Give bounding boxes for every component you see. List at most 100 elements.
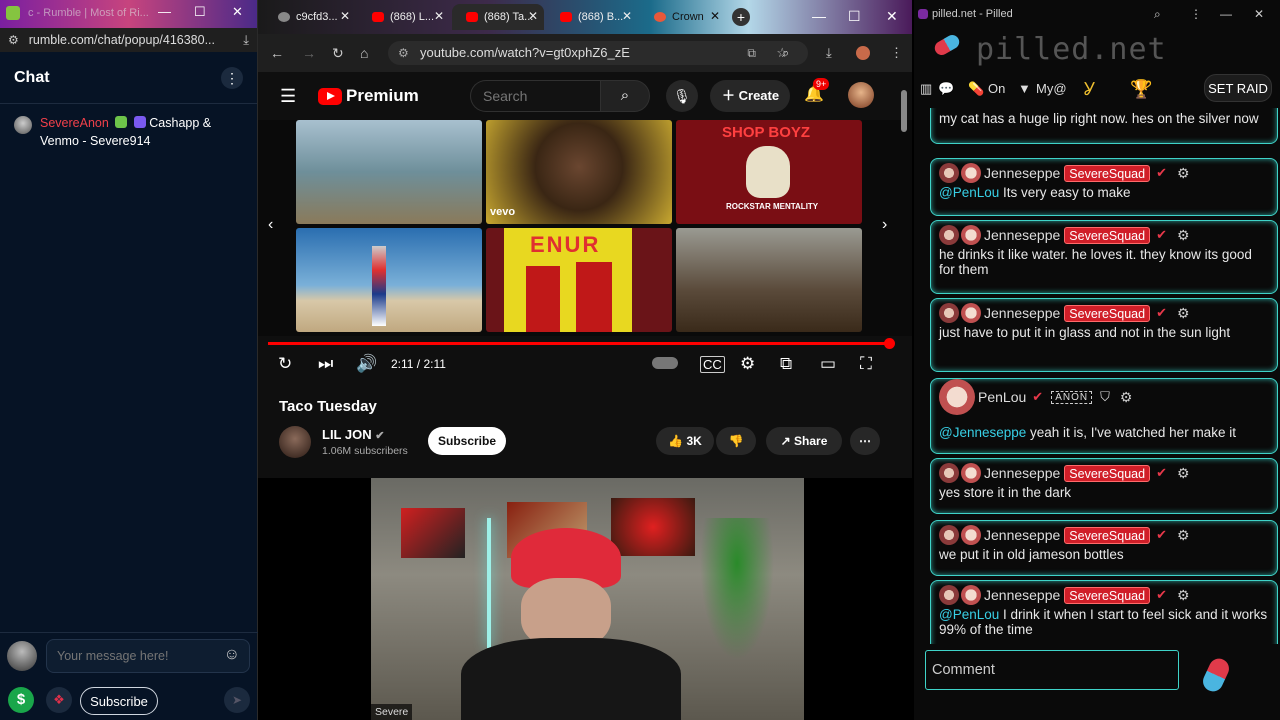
- tab-5[interactable]: Crown ✕: [640, 4, 726, 30]
- trophy-icon[interactable]: 🏆: [1130, 78, 1152, 100]
- create-button[interactable]: ＋ Create: [710, 80, 790, 112]
- message-username[interactable]: Jenneseppe: [984, 305, 1060, 321]
- pill-send-icon[interactable]: [1199, 655, 1233, 695]
- message-settings-gear-icon[interactable]: ⚙: [1177, 587, 1190, 604]
- like-button[interactable]: 👍 3K: [656, 427, 714, 455]
- channel-name[interactable]: LIL JON ✔: [322, 427, 384, 442]
- more-actions-icon[interactable]: ⋯: [850, 427, 880, 455]
- site-settings-icon[interactable]: ⚙: [398, 41, 409, 65]
- endscreen-video-4[interactable]: [296, 228, 482, 332]
- notifications-bell-icon[interactable]: 🔔 9+: [804, 78, 830, 104]
- download-icon[interactable]: ⤓: [243, 32, 249, 48]
- cocktail-pencil-icon[interactable]: Ỿ: [1084, 78, 1095, 100]
- next-icon[interactable]: ⏭: [318, 354, 333, 374]
- endscreen-video-1[interactable]: [296, 120, 482, 224]
- message-username[interactable]: PenLou: [978, 389, 1026, 405]
- avatar[interactable]: [939, 585, 959, 605]
- message-settings-gear-icon[interactable]: ⚙: [1177, 227, 1190, 244]
- message-username[interactable]: Jenneseppe: [984, 227, 1060, 243]
- filter-icon[interactable]: ▼: [1018, 78, 1031, 100]
- message-username[interactable]: Jenneseppe: [984, 465, 1060, 481]
- send-icon[interactable]: ➤: [224, 687, 250, 713]
- dislike-button[interactable]: 👎: [716, 427, 756, 455]
- maximize-icon[interactable]: ☐: [194, 4, 206, 20]
- endscreen-prev-icon[interactable]: ‹: [268, 216, 273, 234]
- account-avatar[interactable]: [848, 82, 874, 108]
- message-username[interactable]: Jenneseppe: [984, 527, 1060, 543]
- captions-icon[interactable]: CC: [700, 356, 725, 373]
- fullscreen-icon[interactable]: ⛶: [860, 354, 872, 374]
- left-window-titlebar[interactable]: c - Rumble | Most of Ri... — ☐ ✕: [0, 0, 257, 28]
- rant-dollar-button[interactable]: $: [8, 687, 34, 713]
- microphone-icon[interactable]: 🎙: [666, 80, 698, 112]
- menu-icon[interactable]: ⋮: [1190, 7, 1202, 21]
- mention-link[interactable]: @PenLou: [939, 185, 999, 200]
- tab-4[interactable]: (868) B... ✕: [546, 4, 638, 30]
- back-icon[interactable]: ←: [270, 45, 284, 61]
- download-icon[interactable]: ⤓: [826, 45, 832, 61]
- maximize-icon[interactable]: ☐: [848, 8, 861, 25]
- avatar[interactable]: [961, 303, 981, 323]
- reload-icon[interactable]: ↻: [332, 45, 344, 62]
- avatar[interactable]: [961, 525, 981, 545]
- avatar[interactable]: [961, 463, 981, 483]
- avatar[interactable]: [961, 225, 981, 245]
- message-settings-gear-icon[interactable]: ⚙: [1177, 165, 1190, 182]
- left-address-bar[interactable]: ⚙ rumble.com/chat/popup/416380... ⤓: [0, 28, 257, 52]
- message-username[interactable]: Jenneseppe: [984, 165, 1060, 181]
- tab-2[interactable]: (868) L... ✕: [358, 4, 450, 30]
- profile-avatar[interactable]: [856, 46, 870, 60]
- endscreen-next-icon[interactable]: ›: [882, 216, 887, 234]
- channel-avatar[interactable]: [279, 426, 311, 458]
- avatar[interactable]: [961, 163, 981, 183]
- url-field[interactable]: ⚙ youtube.com/watch?v=gt0xphZ6_zE ⧉ ☆: [388, 41, 808, 65]
- endscreen-video-5[interactable]: ENUR: [486, 228, 672, 332]
- pilled-titlebar[interactable]: pilled.net - Pilled ⌕ ⋮ — ✕: [914, 0, 1280, 28]
- share-button[interactable]: ↗ Share: [766, 427, 842, 455]
- mention-link[interactable]: @PenLou: [939, 607, 999, 622]
- chat-username[interactable]: SevereAnon: [40, 116, 109, 130]
- avatar[interactable]: [939, 463, 959, 483]
- emoji-icon[interactable]: ☺: [224, 646, 240, 664]
- endscreen-video-3[interactable]: SHOP BOYZ ROCKSTAR MENTALITY: [676, 120, 862, 224]
- avatar[interactable]: [939, 225, 959, 245]
- tab-close-icon[interactable]: ✕: [622, 9, 632, 23]
- home-icon[interactable]: ⌂: [360, 45, 368, 61]
- message-settings-gear-icon[interactable]: ⚙: [1177, 527, 1190, 544]
- minimize-icon[interactable]: —: [1220, 7, 1232, 21]
- minimize-icon[interactable]: —: [158, 4, 171, 19]
- message-settings-gear-icon[interactable]: ⚙: [1120, 389, 1133, 406]
- settings-gear-icon[interactable]: ⚙: [740, 354, 755, 374]
- close-icon[interactable]: ✕: [1254, 7, 1264, 21]
- chat-subscribe-button[interactable]: Subscribe: [80, 687, 158, 715]
- comment-input[interactable]: Comment: [925, 650, 1179, 690]
- miniplayer-icon[interactable]: ⧉: [780, 354, 792, 374]
- search-input[interactable]: [470, 80, 600, 112]
- avatar[interactable]: [961, 585, 981, 605]
- avatar[interactable]: [939, 525, 959, 545]
- close-icon[interactable]: ✕: [232, 4, 243, 20]
- avatar[interactable]: [939, 303, 959, 323]
- browser-menu-icon[interactable]: ⋮: [890, 45, 903, 61]
- progress-bar[interactable]: [268, 338, 895, 349]
- chat-message-input[interactable]: [46, 639, 250, 673]
- close-icon[interactable]: ✕: [886, 8, 898, 25]
- scrollbar-thumb[interactable]: [901, 90, 907, 132]
- volume-icon[interactable]: 🔊: [356, 354, 377, 374]
- gift-icon[interactable]: ❖: [46, 687, 72, 713]
- set-raid-button[interactable]: SET RAID: [1204, 74, 1272, 102]
- mention-link[interactable]: @Jenneseppe: [939, 425, 1026, 440]
- layout-columns-icon[interactable]: ▥: [920, 78, 932, 100]
- minimize-icon[interactable]: —: [812, 8, 826, 24]
- message-username[interactable]: Jenneseppe: [984, 587, 1060, 603]
- search-icon[interactable]: ⌕: [600, 80, 650, 112]
- tab-close-icon[interactable]: ✕: [710, 9, 720, 23]
- page-scrollbar[interactable]: [900, 86, 908, 472]
- avatar[interactable]: [939, 379, 975, 415]
- youtube-premium-logo[interactable]: Premium: [318, 86, 419, 106]
- avatar[interactable]: [939, 163, 959, 183]
- hamburger-menu-icon[interactable]: ☰: [280, 86, 296, 107]
- message-settings-gear-icon[interactable]: ⚙: [1177, 305, 1190, 322]
- pill-toggle-icon[interactable]: 💊: [968, 78, 984, 100]
- tab-search-icon[interactable]: ⌕: [782, 45, 789, 61]
